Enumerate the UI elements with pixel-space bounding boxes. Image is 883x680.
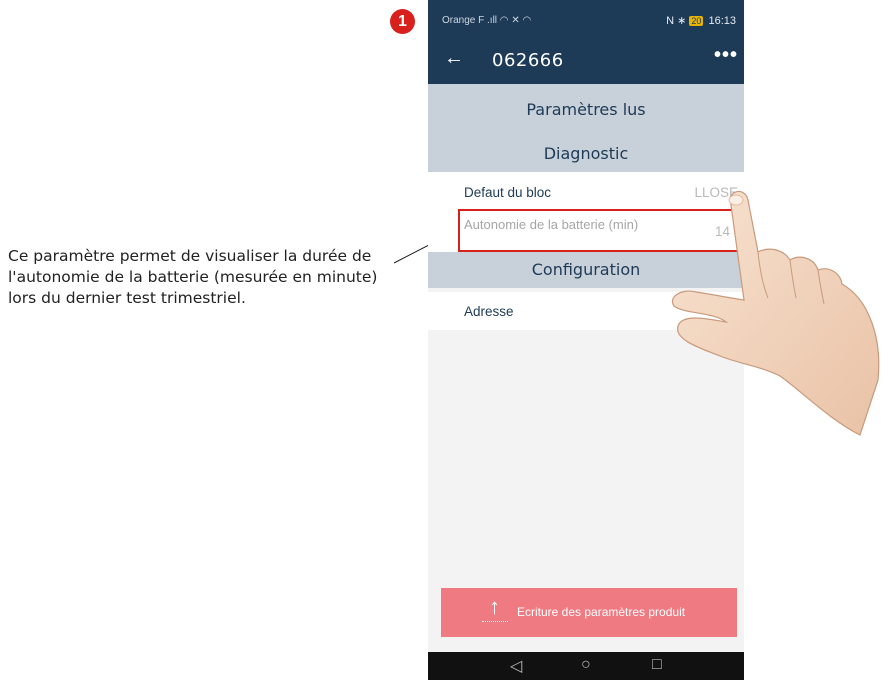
page-title: 062666 [492,50,564,71]
arrow-up-icon: ↑ [489,594,500,619]
status-bar: Orange F .ıll ◠ ✕ ◠ N ∗ 20 16:13 [428,0,744,38]
nav-home-icon[interactable]: ○ [581,656,591,674]
row-label: Adresse [464,304,514,319]
carrier-label: Orange F .ıll ◠ ✕ ◠ [442,15,531,26]
upload-underline [482,621,508,622]
step-badge: 1 [390,9,415,34]
more-options-icon[interactable]: ••• [714,44,738,67]
status-right: N ∗ 20 16:13 [666,14,736,27]
section-read-params: Paramètres lus [428,84,744,136]
nfc-bluetooth-icons: N ∗ [666,15,687,27]
write-button-label: Ecriture des paramètres produit [517,605,686,619]
row-label: Defaut du bloc [464,185,552,200]
signal-icon: .ıll ◠ ✕ ◠ [487,15,532,26]
write-params-button[interactable]: ↑ Ecriture des paramètres produit [441,588,737,637]
android-nav-bar: ◁ ○ □ [428,652,744,680]
pointing-hand-icon [671,190,880,436]
app-bar: ← 062666 ••• [428,38,744,84]
nav-recent-icon[interactable]: □ [652,656,662,674]
carrier-name: Orange F [442,15,485,26]
back-arrow-icon[interactable]: ← [444,47,464,70]
nav-back-icon[interactable]: ◁ [510,656,522,676]
section-diagnostic: Diagnostic [428,136,744,172]
status-time: 16:13 [708,15,736,27]
battery-icon: 20 [689,16,704,26]
